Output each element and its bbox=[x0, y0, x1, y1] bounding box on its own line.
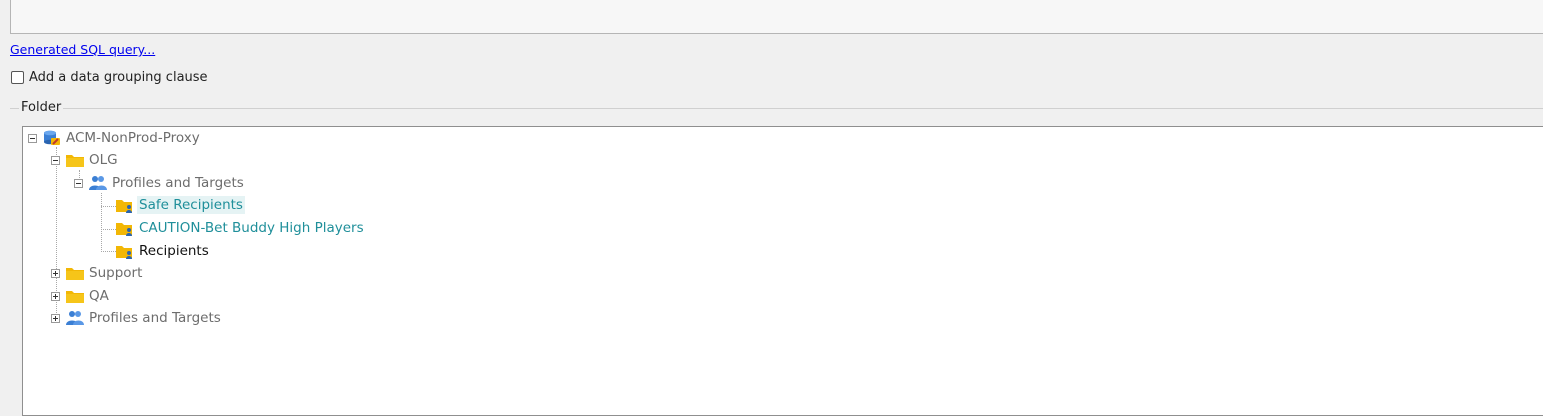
folder-icon bbox=[66, 291, 84, 303]
tree-node-profiles-and-targets-root[interactable]: Profiles and Targets bbox=[51, 308, 223, 328]
tree-connector bbox=[101, 229, 116, 230]
database-icon bbox=[44, 130, 60, 145]
expand-toggle-icon[interactable] bbox=[51, 313, 60, 323]
folder-icon bbox=[66, 155, 84, 167]
tree-node-label: Recipients bbox=[139, 243, 209, 259]
folder-group-label: Folder bbox=[19, 100, 64, 115]
tree-node-support[interactable]: Support bbox=[51, 263, 144, 283]
recipient-folder-icon bbox=[116, 200, 132, 213]
expand-toggle-icon[interactable] bbox=[51, 268, 60, 278]
recipient-folder-icon bbox=[116, 223, 132, 236]
tree-node-label: OLG bbox=[89, 152, 118, 168]
folder-group-border bbox=[10, 108, 1543, 109]
tree-connector bbox=[101, 251, 116, 252]
tree-node-recipients[interactable]: Recipients bbox=[116, 241, 211, 261]
generated-sql-query-link[interactable]: Generated SQL query... bbox=[10, 42, 155, 57]
user-group-icon bbox=[66, 311, 84, 325]
user-group-icon bbox=[89, 176, 107, 190]
tree-node-label: ACM-NonProd-Proxy bbox=[66, 130, 200, 146]
tree-node-label: Profiles and Targets bbox=[112, 175, 244, 191]
folder-tree[interactable]: ACM-NonProd-Proxy OLG Profiles and Targe… bbox=[22, 126, 1543, 416]
tree-node-label: QA bbox=[89, 288, 109, 304]
tree-node-qa[interactable]: QA bbox=[51, 286, 111, 306]
tree-connector bbox=[101, 193, 102, 252]
collapse-toggle-icon[interactable] bbox=[74, 178, 83, 188]
grouping-checkbox-row[interactable]: Add a data grouping clause bbox=[11, 70, 208, 85]
tree-node-acm-nonprod-proxy[interactable]: ACM-NonProd-Proxy bbox=[28, 128, 202, 148]
grouping-checkbox[interactable] bbox=[11, 71, 24, 84]
tree-node-label: Safe Recipients bbox=[137, 196, 245, 214]
tree-node-profiles-and-targets[interactable]: Profiles and Targets bbox=[74, 173, 246, 193]
tree-node-label: Support bbox=[89, 265, 143, 281]
tree-node-label: CAUTION-Bet Buddy High Players bbox=[139, 220, 364, 236]
text-area[interactable] bbox=[10, 0, 1543, 34]
collapse-toggle-icon[interactable] bbox=[51, 155, 60, 165]
tree-connector bbox=[101, 206, 116, 207]
collapse-toggle-icon[interactable] bbox=[28, 133, 37, 143]
tree-node-olg[interactable]: OLG bbox=[51, 150, 120, 170]
tree-node-safe-recipients[interactable]: Safe Recipients bbox=[116, 195, 245, 215]
tree-node-label: Profiles and Targets bbox=[89, 310, 221, 326]
folder-icon bbox=[66, 268, 84, 280]
tree-node-caution-bet-buddy[interactable]: CAUTION-Bet Buddy High Players bbox=[116, 218, 366, 238]
grouping-checkbox-label: Add a data grouping clause bbox=[29, 70, 208, 85]
recipient-folder-icon bbox=[116, 246, 132, 259]
expand-toggle-icon[interactable] bbox=[51, 291, 60, 301]
